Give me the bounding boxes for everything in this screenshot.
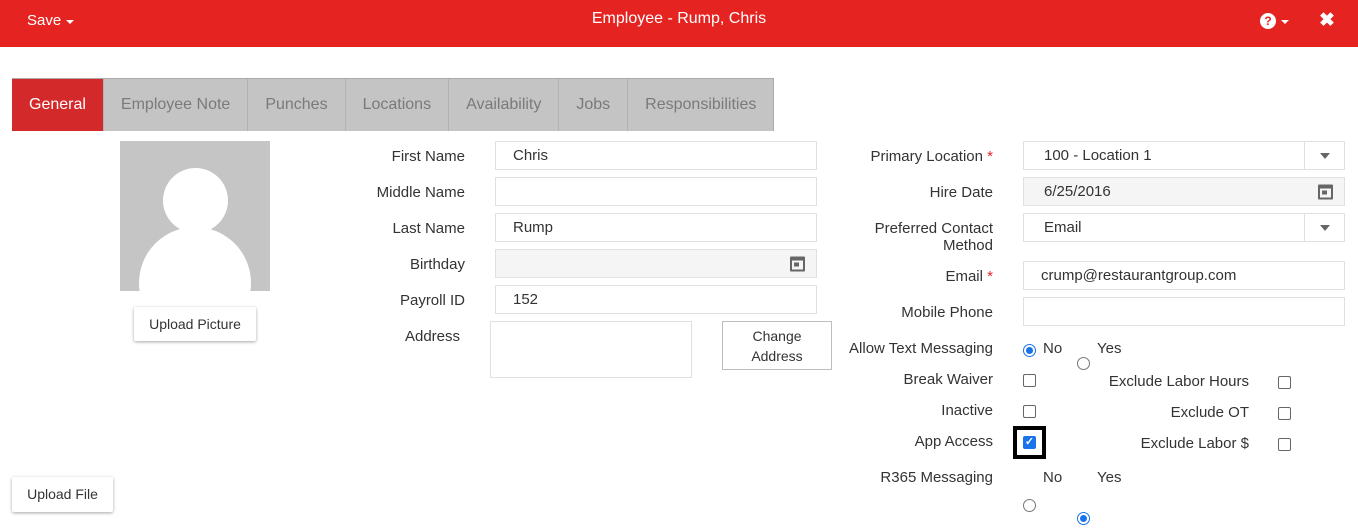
avatar-head-shape [163,168,228,233]
required-marker: * [987,148,993,165]
page-title: Employee - Rump, Chris [591,10,767,27]
exclude-ot-checkbox[interactable] [1278,407,1291,420]
birthday-input[interactable] [495,249,817,278]
allow-text-no-label: No [1043,340,1063,357]
focus-highlight: ✓ [1013,426,1046,459]
allow-text-yes-label: Yes [1097,340,1122,357]
allow-text-yes-radio[interactable] [1077,357,1090,370]
select-divider [1304,142,1305,169]
tab-general[interactable]: General [12,79,104,131]
preferred-contact-label-line2: Method [942,237,993,254]
payroll-id-label: Payroll ID [399,292,465,309]
exclude-labor-hours-checkbox[interactable] [1278,376,1291,389]
required-marker: * [987,268,993,285]
r365-messaging-no-radio[interactable] [1023,499,1036,512]
last-name-input[interactable]: Rump [495,213,817,242]
mobile-phone-label: Mobile Phone [901,304,993,321]
select-divider [1304,214,1305,241]
tab-jobs[interactable]: Jobs [559,79,629,131]
calendar-icon[interactable] [790,256,805,271]
primary-location-label-text: Primary Location [870,148,983,165]
allow-text-messaging-label: Allow Text Messaging [849,340,993,357]
chevron-down-icon [1320,152,1330,159]
r365-messaging-label: R365 Messaging [880,469,993,486]
change-address-line1: Change [752,327,802,344]
preferred-contact-select[interactable]: Email [1023,213,1345,242]
primary-location-label: Primary Location * [820,148,993,165]
exclude-ot-label: Exclude OT [1170,404,1249,421]
break-waiver-label: Break Waiver [903,371,993,388]
upload-picture-button[interactable]: Upload Picture [134,307,256,341]
app-access-checkbox[interactable]: ✓ [1023,436,1036,449]
hire-date-input[interactable]: 6/25/2016 [1023,177,1345,206]
change-address-label: Change Address [751,326,802,366]
help-icon: ? [1260,13,1276,29]
email-input[interactable]: crump@restaurantgroup.com [1023,261,1345,290]
middle-name-label: Middle Name [376,184,465,201]
first-name-input[interactable]: Chris [495,141,817,170]
last-name-value: Rump [513,219,554,236]
email-value: crump@restaurantgroup.com [1041,267,1237,284]
tab-punches[interactable]: Punches [248,79,346,131]
help-dropdown-button[interactable]: ? [1260,13,1289,29]
hire-date-label: Hire Date [929,184,993,201]
tab-availability[interactable]: Availability [449,79,560,131]
close-icon[interactable]: ✖ [1318,10,1336,32]
calendar-icon[interactable] [1318,184,1333,199]
change-address-line2: Address [751,347,803,364]
preferred-contact-value: Email [1044,219,1082,236]
upload-file-button[interactable]: Upload File [12,477,113,512]
break-waiver-checkbox[interactable] [1023,374,1036,387]
email-label-text: Email [945,268,983,285]
chevron-down-icon [1320,224,1330,231]
exclude-labor-dollars-checkbox[interactable] [1278,438,1291,451]
address-label: Address [404,328,460,345]
preferred-contact-label: Preferred Contact Method [820,220,993,254]
tab-employee-note[interactable]: Employee Note [104,79,249,131]
tab-locations[interactable]: Locations [346,79,450,131]
mobile-phone-input[interactable] [1023,297,1345,326]
exclude-labor-dollars-label: Exclude Labor $ [1140,435,1249,452]
preferred-contact-label-line1: Preferred Contact [874,220,993,237]
tab-responsibilities[interactable]: Responsibilities [628,79,773,131]
primary-location-value: 100 - Location 1 [1044,147,1152,164]
allow-text-no-radio[interactable] [1023,344,1036,357]
hire-date-value: 6/25/2016 [1044,183,1111,200]
address-textarea[interactable] [490,321,692,378]
app-access-label: App Access [914,433,993,450]
inactive-checkbox[interactable] [1023,405,1036,418]
inactive-label: Inactive [941,402,993,419]
tab-bar: General Employee Note Punches Locations … [12,78,775,131]
caret-down-icon [1281,20,1289,24]
email-label: Email * [820,268,993,285]
title-bar: Save Employee - Rump, Chris ? ✖ [0,0,1358,47]
birthday-label: Birthday [409,256,465,273]
avatar-body-shape [139,227,251,291]
middle-name-input[interactable] [495,177,817,206]
employee-photo-placeholder [120,141,270,291]
r365-messaging-no-label: No [1043,469,1063,486]
primary-location-select[interactable]: 100 - Location 1 [1023,141,1345,170]
change-address-button[interactable]: Change Address [722,321,832,370]
exclude-labor-hours-label: Exclude Labor Hours [1108,373,1249,390]
payroll-id-value: 152 [513,291,539,308]
r365-messaging-yes-radio[interactable] [1077,512,1090,525]
payroll-id-input[interactable]: 152 [495,285,817,314]
first-name-label: First Name [391,148,465,165]
first-name-value: Chris [513,147,549,164]
last-name-label: Last Name [392,220,465,237]
r365-messaging-yes-label: Yes [1097,469,1122,486]
